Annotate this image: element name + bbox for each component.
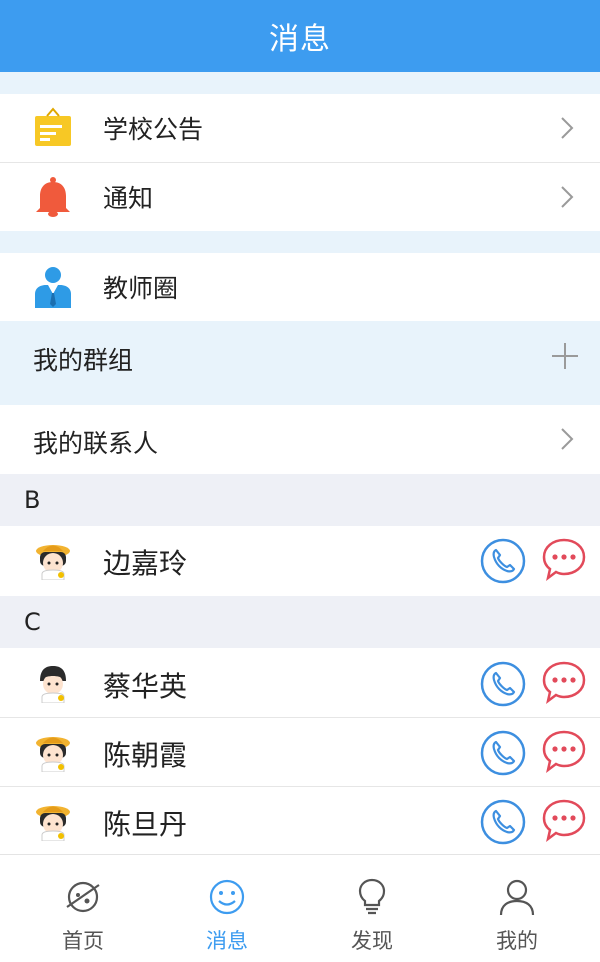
message-bubble-icon[interactable]: [540, 728, 588, 776]
section-header-b: B: [0, 474, 600, 526]
tab-discover[interactable]: 发现: [297, 855, 447, 962]
contact-row[interactable]: 陈朝霞: [0, 718, 600, 786]
teacher-circle-label: 教师圈: [103, 274, 179, 303]
phone-call-icon[interactable]: [480, 730, 526, 776]
my-contacts-label: 我的联系人: [33, 429, 159, 458]
message-bubble-icon[interactable]: [540, 659, 588, 707]
notice-label: 通知: [103, 184, 154, 213]
tab-profile[interactable]: 我的: [442, 855, 592, 962]
girl-hat-avatar: [36, 545, 70, 580]
menu-item-notice[interactable]: 通知: [0, 163, 600, 231]
add-group-icon[interactable]: [550, 341, 580, 371]
bell-icon: [30, 174, 76, 220]
announcement-label: 学校公告: [103, 115, 204, 144]
smiley-icon: [209, 879, 245, 915]
tab-messages-label: 消息: [206, 929, 248, 953]
app-header: 消息: [0, 0, 600, 72]
tab-messages[interactable]: 消息: [152, 855, 302, 962]
tab-profile-label: 我的: [496, 929, 538, 953]
person-icon: [499, 879, 535, 916]
announcement-icon: [30, 105, 76, 151]
section-header-c: C: [0, 596, 600, 648]
message-bubble-icon[interactable]: [540, 797, 588, 845]
section-gap: [0, 231, 600, 253]
teacher-icon: [30, 264, 76, 310]
girl-hat-avatar: [36, 806, 70, 841]
my-groups-label: 我的群组: [33, 346, 134, 375]
chevron-right-icon: [561, 186, 574, 208]
phone-call-icon[interactable]: [480, 538, 526, 584]
menu-item-announcement[interactable]: 学校公告: [0, 94, 600, 162]
section-letter: B: [24, 486, 41, 514]
girl-hat-avatar: [36, 737, 70, 772]
section-letter: C: [24, 608, 41, 636]
phone-call-icon[interactable]: [480, 661, 526, 707]
contact-name: 边嘉玲: [103, 547, 188, 580]
page-title: 消息: [269, 22, 331, 57]
tab-home[interactable]: 首页: [8, 855, 158, 962]
menu-item-teacher-circle[interactable]: 教师圈: [0, 253, 600, 321]
my-groups-row[interactable]: 我的群组: [0, 321, 600, 405]
contact-row[interactable]: 蔡华英: [0, 649, 600, 717]
boy-avatar: [40, 666, 66, 703]
contact-name: 蔡华英: [103, 670, 188, 703]
section-gap: [0, 72, 600, 94]
tab-discover-label: 发现: [351, 929, 393, 953]
chevron-right-icon: [561, 428, 574, 450]
contact-name: 陈朝霞: [103, 739, 188, 772]
contact-name: 陈旦丹: [103, 808, 188, 841]
phone-call-icon[interactable]: [480, 799, 526, 845]
message-bubble-icon[interactable]: [540, 536, 588, 584]
contact-row[interactable]: 陈旦丹: [0, 787, 600, 855]
lightbulb-icon: [358, 878, 386, 915]
contact-row[interactable]: 边嘉玲: [0, 526, 600, 594]
chevron-right-icon: [561, 117, 574, 139]
planet-icon: [66, 881, 100, 913]
my-contacts-row[interactable]: 我的联系人: [0, 405, 600, 473]
bottom-tab-bar: 首页 消息 发现 我的: [0, 854, 600, 962]
tab-home-label: 首页: [62, 929, 104, 953]
